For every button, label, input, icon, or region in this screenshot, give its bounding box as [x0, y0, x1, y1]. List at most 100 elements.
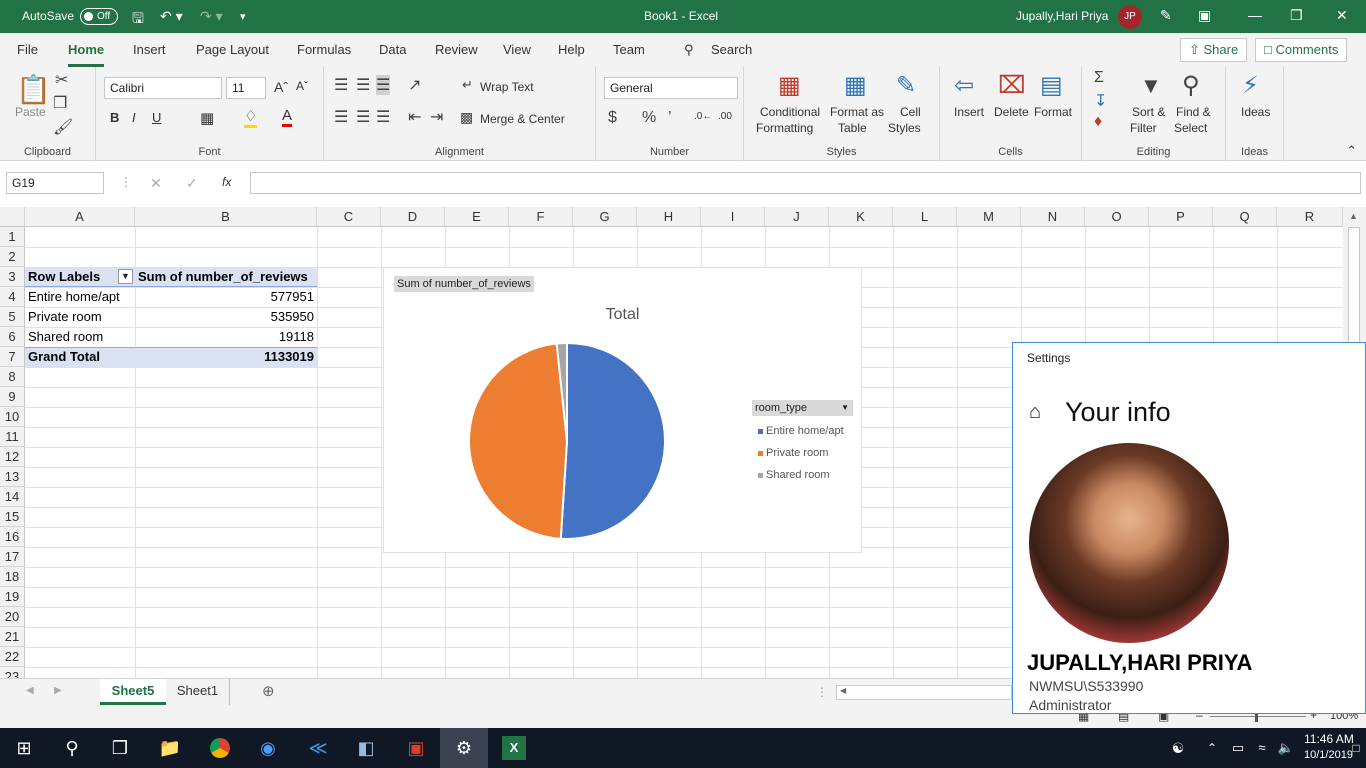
percent-icon[interactable]: % [642, 109, 656, 127]
windows-start-icon[interactable]: ⊞ [12, 736, 36, 760]
borders-icon[interactable]: ▦ [200, 109, 214, 127]
col-header-q[interactable]: Q [1213, 207, 1277, 227]
cell-styles-icon[interactable]: ✎ [896, 71, 916, 100]
pivot-chart[interactable]: Sum of number_of_reviews Total room_type… [383, 267, 862, 553]
align-left-icon[interactable]: ☰ [334, 107, 348, 127]
row-header-21[interactable]: 21 [0, 627, 25, 647]
merge-center-label[interactable]: Merge & Center [480, 112, 565, 126]
find-select-label-1[interactable]: Find & [1176, 105, 1211, 119]
row-header-11[interactable]: 11 [0, 427, 25, 447]
cell-styles-label-2[interactable]: Styles [888, 121, 921, 135]
font-name-box[interactable]: Calibri [104, 77, 222, 99]
format-as-table-icon[interactable]: ▦ [844, 71, 867, 100]
comments-button[interactable]: □ Comments [1255, 38, 1348, 62]
font-color-icon[interactable]: A [282, 107, 293, 127]
select-all-corner[interactable] [0, 207, 25, 227]
row-header-16[interactable]: 16 [0, 527, 25, 547]
col-header-g[interactable]: G [573, 207, 637, 227]
wrap-text-label[interactable]: Wrap Text [480, 80, 534, 94]
sort-filter-label-2[interactable]: Filter [1130, 121, 1157, 135]
battery-icon[interactable]: ▭ [1226, 736, 1250, 760]
pivot-row-value[interactable]: 577951 [135, 287, 317, 307]
pivot-grand-total-value[interactable]: 1133019 [135, 347, 317, 367]
sort-filter-label-1[interactable]: Sort & [1132, 105, 1165, 119]
row-header-13[interactable]: 13 [0, 467, 25, 487]
search-icon[interactable]: ⚲ [684, 42, 694, 58]
share-button[interactable]: ⇧ Share [1180, 38, 1248, 62]
scroll-left-icon[interactable]: ◀ [840, 686, 846, 695]
insert-function-icon[interactable]: fx [222, 175, 231, 189]
col-header-n[interactable]: N [1021, 207, 1085, 227]
col-header-d[interactable]: D [381, 207, 445, 227]
tab-splitter-icon[interactable]: ⋮ [816, 685, 828, 699]
col-header-c[interactable]: C [317, 207, 381, 227]
align-middle-icon[interactable]: ☰ [356, 75, 370, 95]
conditional-formatting-label-1[interactable]: Conditional [760, 105, 820, 119]
app-icon[interactable]: ◧ [354, 736, 378, 760]
tab-insert[interactable]: Insert [133, 42, 166, 57]
horizontal-scrollbar[interactable]: ◀ [836, 685, 1012, 700]
tab-data[interactable]: Data [379, 42, 406, 57]
delete-cells-label[interactable]: Delete [994, 105, 1029, 119]
pivot-grand-total-label[interactable]: Grand Total [25, 347, 135, 367]
excel-icon[interactable]: X [502, 736, 526, 760]
col-header-i[interactable]: I [701, 207, 765, 227]
row-header-17[interactable]: 17 [0, 547, 25, 567]
currency-icon[interactable]: $ [608, 109, 617, 127]
comma-icon[interactable]: ’ [668, 109, 672, 127]
task-view-icon[interactable]: ❐ [108, 736, 132, 760]
ideas-icon[interactable]: ⚡ [1242, 71, 1259, 100]
align-bottom-icon[interactable]: ☰ [376, 75, 391, 95]
row-header-2[interactable]: 2 [0, 247, 25, 267]
insert-cells-label[interactable]: Insert [954, 105, 984, 119]
pivot-values-header[interactable]: Sum of number_of_reviews [135, 267, 317, 287]
user-avatar[interactable]: JP [1118, 5, 1142, 29]
conditional-formatting-icon[interactable]: ▦ [778, 71, 801, 100]
pivot-row-value[interactable]: 19118 [135, 327, 317, 347]
col-header-h[interactable]: H [637, 207, 701, 227]
find-select-label-2[interactable]: Select [1174, 121, 1207, 135]
minimize-icon[interactable]: — [1248, 7, 1262, 23]
user-name[interactable]: Jupally,Hari Priya [1016, 9, 1108, 23]
shrink-font-icon[interactable]: Aˇ [296, 79, 308, 93]
tab-team[interactable]: Team [613, 42, 645, 57]
collapse-ribbon-icon[interactable]: ⌃ [1346, 143, 1357, 159]
notifications-icon[interactable]: □ [1344, 736, 1366, 760]
tab-help[interactable]: Help [558, 42, 585, 57]
autosum-icon[interactable]: Σ [1094, 69, 1104, 87]
wifi-icon[interactable]: ≈ [1250, 736, 1274, 760]
format-as-table-label-2[interactable]: Table [838, 121, 867, 135]
col-header-m[interactable]: M [957, 207, 1021, 227]
customize-qat-icon[interactable]: ▾ [240, 10, 246, 23]
fill-color-icon[interactable]: ♢ [244, 107, 258, 128]
show-hidden-icons-icon[interactable]: ⌃ [1200, 736, 1224, 760]
cell-styles-label-1[interactable]: Cell [900, 105, 921, 119]
clear-icon[interactable]: ♦ [1094, 113, 1102, 131]
tab-file[interactable]: File [17, 42, 38, 57]
col-header-a[interactable]: A [25, 207, 135, 227]
file-explorer-icon[interactable]: 📁 [158, 736, 182, 760]
ribbon-display-icon[interactable]: ▣ [1198, 7, 1211, 24]
col-header-r[interactable]: R [1277, 207, 1343, 227]
tell-me-search[interactable]: Search [711, 42, 752, 57]
decrease-decimal-icon[interactable]: .00 [718, 111, 732, 122]
font-size-box[interactable]: 11 [226, 77, 266, 99]
row-header-23[interactable]: 23 [0, 667, 25, 678]
new-sheet-icon[interactable]: ⊕ [262, 682, 275, 700]
search-icon[interactable]: ⚲ [60, 736, 84, 760]
sort-filter-icon[interactable]: ▼ [1140, 73, 1162, 99]
cut-icon[interactable]: ✂ [55, 70, 68, 90]
italic-icon[interactable]: I [132, 110, 136, 125]
volume-icon[interactable]: 🔈 [1274, 736, 1298, 760]
row-header-22[interactable]: 22 [0, 647, 25, 667]
tab-view[interactable]: View [503, 42, 531, 57]
col-header-f[interactable]: F [509, 207, 573, 227]
scroll-thumb[interactable] [1348, 227, 1360, 347]
col-header-j[interactable]: J [765, 207, 829, 227]
zoom-slider[interactable] [1210, 716, 1306, 717]
orientation-icon[interactable]: ↗ [408, 75, 421, 95]
sheet-tab-sheet5[interactable]: Sheet5 [100, 679, 166, 705]
sheet-tab-sheet1[interactable]: Sheet1 [166, 679, 230, 705]
increase-indent-icon[interactable]: ⇥ [430, 107, 443, 127]
find-select-icon[interactable]: ⚲ [1182, 71, 1200, 100]
